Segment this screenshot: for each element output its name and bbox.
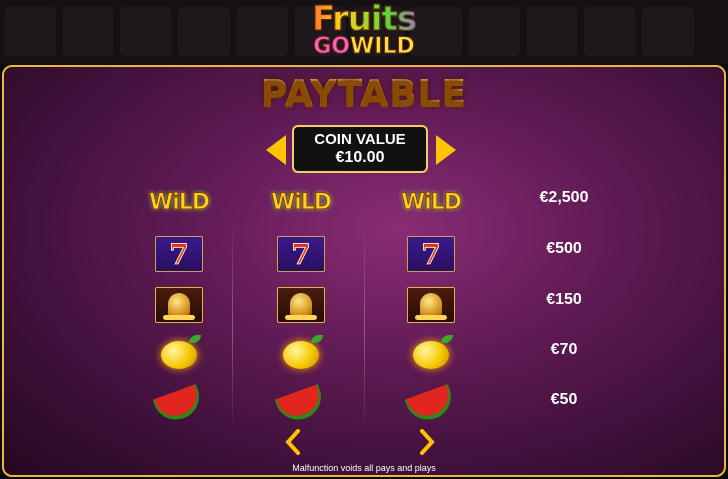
lemon-symbol-icon	[154, 335, 204, 375]
column-divider	[232, 217, 233, 437]
wild-symbol-text: WiLD	[400, 189, 462, 215]
malfunction-disclaimer: Malfunction voids all pays and plays	[292, 463, 436, 473]
column-divider	[364, 217, 365, 437]
watermelon-symbol-icon	[404, 383, 458, 427]
coin-value-label: COIN VALUE	[314, 131, 406, 148]
seven-symbol-text: 7	[407, 236, 455, 272]
reel-cell	[526, 6, 578, 56]
watermelon-symbol-icon	[274, 383, 328, 427]
logo-wild: WILD	[350, 34, 416, 59]
previous-page-button[interactable]	[285, 429, 301, 455]
lemon-symbol-icon	[406, 335, 456, 375]
coin-value-amount: €10.00	[335, 149, 385, 166]
reel-cell	[584, 6, 636, 56]
chevron-right-icon	[420, 429, 435, 455]
coin-value-decrease-button[interactable]	[266, 135, 286, 165]
logo-subtitle: GOWILD	[296, 34, 432, 59]
wild-symbol-text: WiLD	[270, 189, 332, 215]
wild-symbol-icon: WiLD	[400, 182, 462, 222]
game-logo: Fruits GOWILD	[296, 2, 432, 68]
payout-value: €70	[550, 341, 578, 358]
reel-cell	[236, 6, 288, 56]
seven-symbol-text: 7	[155, 236, 203, 272]
reel-cell	[120, 6, 172, 56]
page-title: PAYTABLE	[4, 73, 724, 114]
logo-go: GO	[313, 34, 351, 59]
payout-value: €150	[546, 291, 582, 308]
seven-symbol-icon: 7	[276, 234, 326, 274]
chevron-left-icon	[285, 429, 300, 455]
payout-value: €50	[550, 391, 578, 408]
bell-symbol-icon	[154, 285, 204, 325]
payout-value: €2,500	[539, 189, 589, 206]
reel-cell	[178, 6, 230, 56]
seven-symbol-icon: 7	[406, 234, 456, 274]
coin-value-display: COIN VALUE €10.00	[292, 125, 428, 173]
next-page-button[interactable]	[419, 429, 435, 455]
payout-value: €500	[546, 240, 582, 257]
wild-symbol-icon: WiLD	[148, 182, 210, 222]
watermelon-symbol-icon	[152, 383, 206, 427]
seven-symbol-text: 7	[277, 236, 325, 272]
reel-cell	[62, 6, 114, 56]
reel-cell	[4, 6, 56, 56]
logo-title: Fruits	[296, 2, 432, 37]
lemon-symbol-icon	[276, 335, 326, 375]
wild-symbol-icon: WiLD	[270, 182, 332, 222]
paytable-panel: PAYTABLE COIN VALUE €10.00 WiLD 7 WiLD 7…	[2, 65, 726, 477]
wild-symbol-text: WiLD	[148, 189, 210, 215]
seven-symbol-icon: 7	[154, 234, 204, 274]
bell-symbol-icon	[276, 285, 326, 325]
reel-cell	[468, 6, 520, 56]
bell-symbol-icon	[406, 285, 456, 325]
coin-value-increase-button[interactable]	[436, 135, 456, 165]
reel-cell	[642, 6, 694, 56]
